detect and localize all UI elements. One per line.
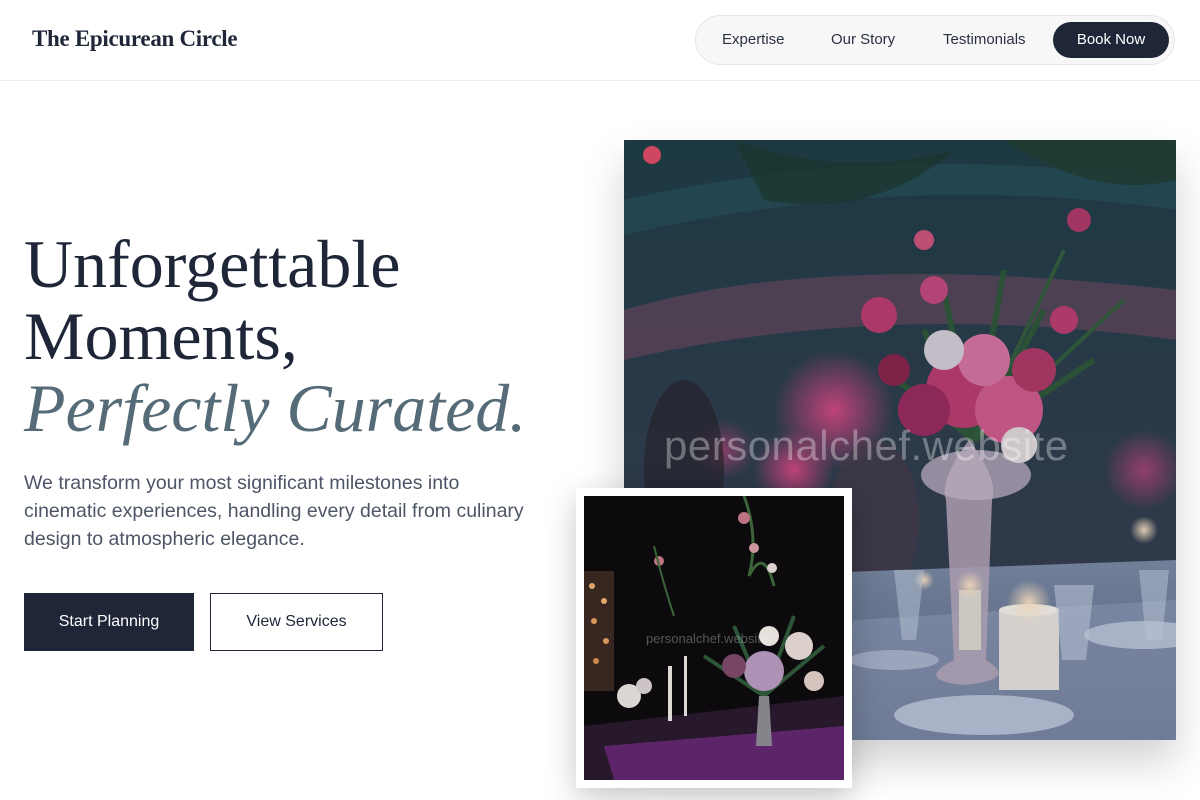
headline-line-2: Moments, xyxy=(24,298,298,374)
brand-logo[interactable]: The Epicurean Circle xyxy=(32,26,238,52)
start-planning-button[interactable]: Start Planning xyxy=(24,593,194,651)
nav-link-our-story[interactable]: Our Story xyxy=(831,16,895,64)
main-nav: Expertise Our Story Testimonials Book No… xyxy=(695,15,1175,65)
inset-photo-illustration xyxy=(584,496,844,780)
view-services-button[interactable]: View Services xyxy=(210,593,383,651)
inset-photo-frame: personalchef.website xyxy=(576,488,852,788)
headline-accent: Perfectly Curated. xyxy=(24,370,527,446)
nav-link-expertise[interactable]: Expertise xyxy=(722,16,785,64)
book-now-button[interactable]: Book Now xyxy=(1053,22,1169,58)
nav-link-testimonials[interactable]: Testimonials xyxy=(943,16,1026,64)
site-header: The Epicurean Circle Expertise Our Story… xyxy=(0,0,1200,81)
headline-line-1: Unforgettable xyxy=(24,226,401,302)
inset-photo-banquet: personalchef.website xyxy=(584,496,844,780)
hero-description: We transform your most significant miles… xyxy=(24,472,524,550)
hero-headline: Unforgettable Moments, Perfectly Curated… xyxy=(24,228,526,444)
